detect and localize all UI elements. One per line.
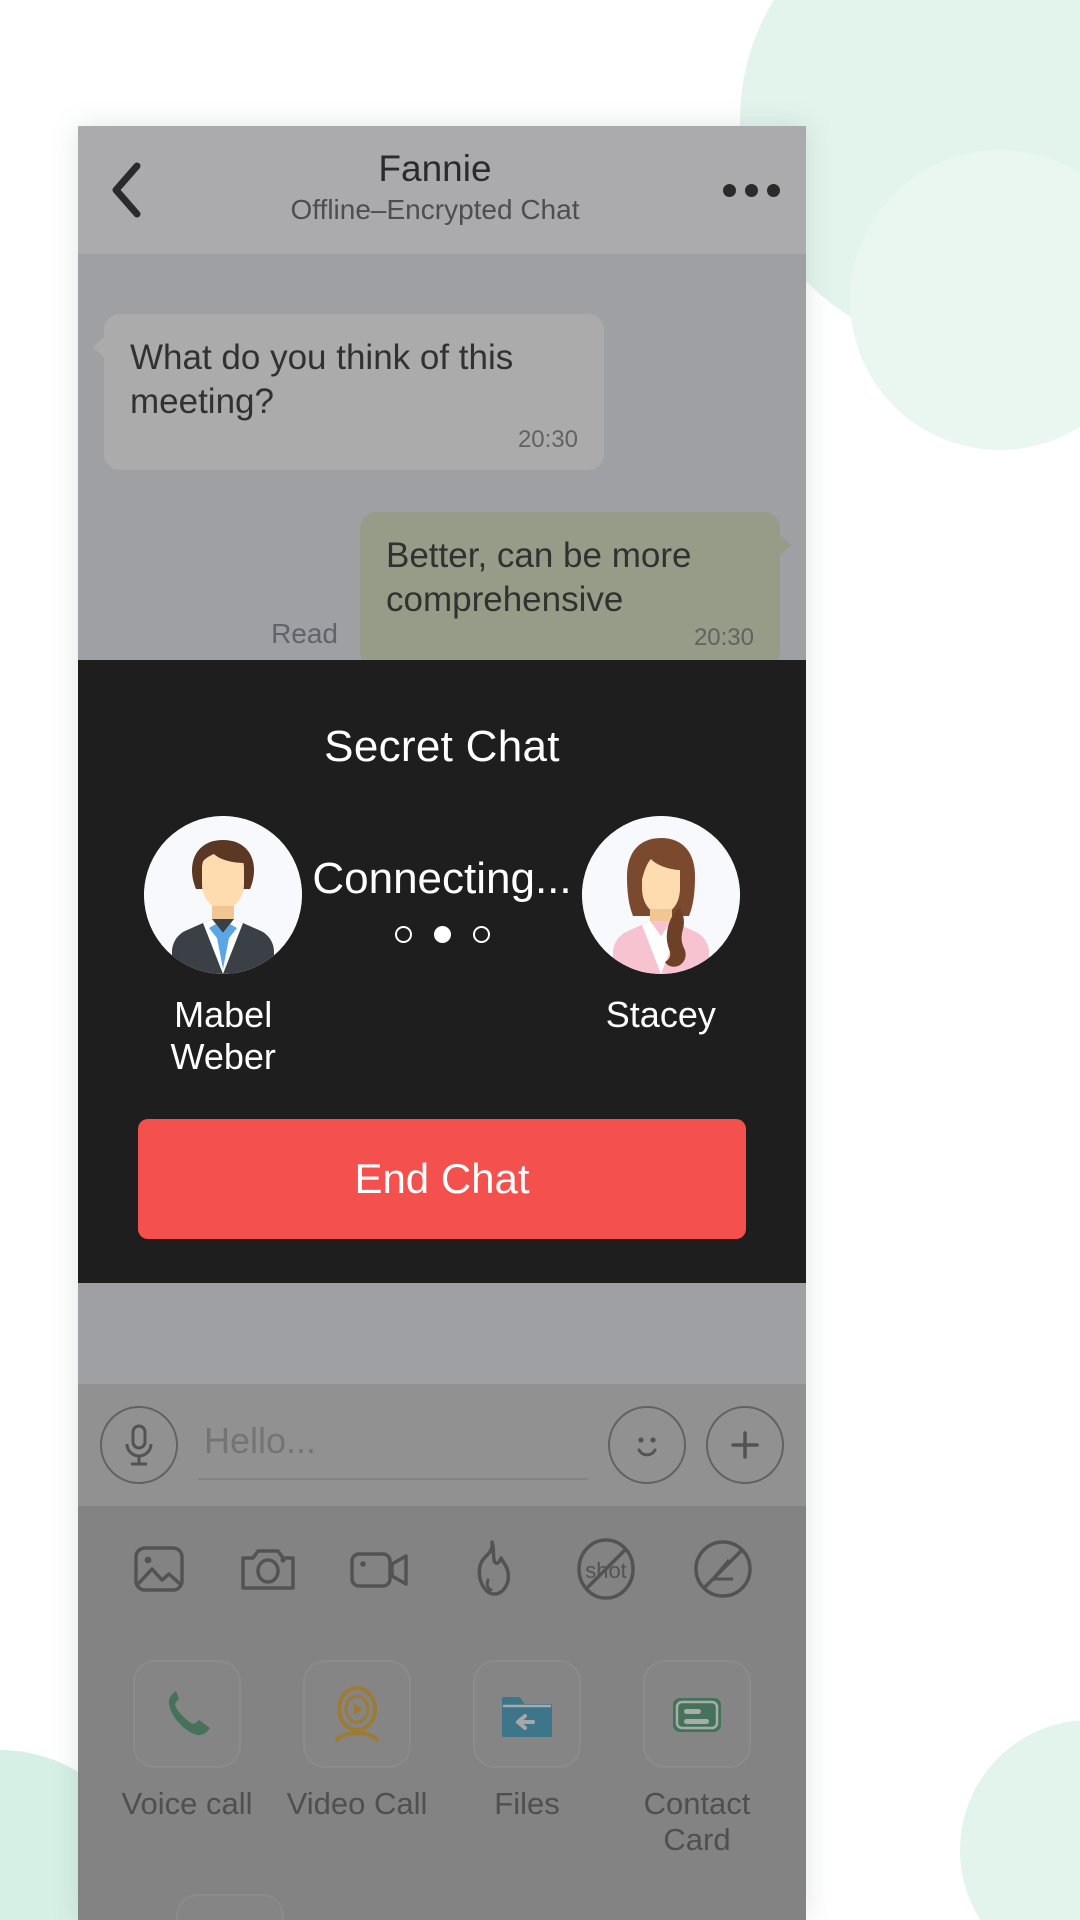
connection-status: Connecting... [312, 816, 572, 943]
progress-dot-active [433, 926, 451, 943]
male-avatar [144, 816, 303, 974]
participant-name: Stacey [605, 994, 716, 1035]
background-blob-bottom-right [960, 1720, 1080, 1920]
avatar [581, 816, 740, 974]
female-avatar [581, 816, 740, 974]
secret-chat-modal: Secret Chat Mabel Weber Connecting... St… [78, 660, 806, 1283]
end-chat-button[interactable]: End Chat [138, 1119, 746, 1239]
avatar [144, 816, 303, 974]
participant-name: Mabel Weber [170, 994, 276, 1077]
connecting-label: Connecting... [312, 854, 572, 903]
modal-participants: Mabel Weber Connecting... Stacey [78, 772, 806, 1078]
modal-title: Secret Chat [324, 722, 560, 771]
progress-dot [472, 926, 490, 943]
participant-right: Stacey [572, 816, 750, 1036]
progress-dots [312, 926, 571, 943]
participant-left: Mabel Weber [134, 816, 312, 1078]
phone-screen: Fannie Offline–Encrypted Chat What do yo… [78, 126, 806, 1920]
progress-dot [394, 926, 412, 943]
